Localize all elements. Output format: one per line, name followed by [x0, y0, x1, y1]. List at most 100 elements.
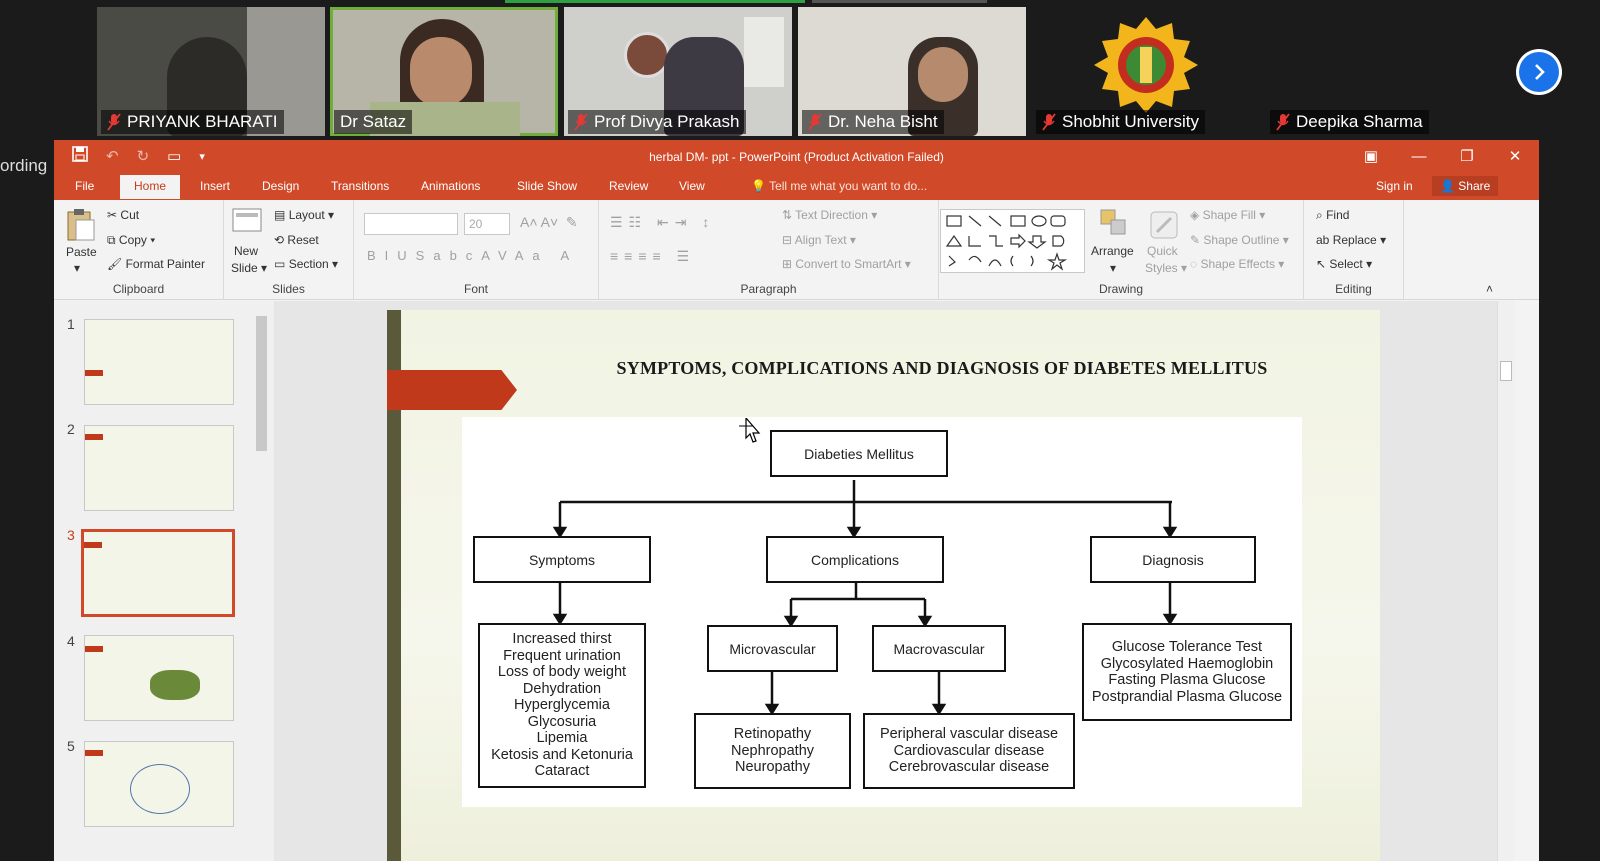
convert-smartart-button[interactable]: ⊞ Convert to SmartArt ▾ [782, 257, 911, 271]
restore-icon[interactable]: ❐ [1443, 140, 1491, 172]
participant-name: Prof Divya Prakash [594, 112, 740, 131]
tab-review[interactable]: Review [609, 179, 648, 193]
tab-transitions[interactable]: Transitions [331, 179, 389, 193]
microvascular-node[interactable]: Microvascular [707, 625, 838, 672]
current-slide[interactable]: SYMPTOMS, COMPLICATIONS AND DIAGNOSIS OF… [387, 310, 1380, 861]
format-painter-label: Format Painter [125, 257, 205, 271]
sign-in-link[interactable]: Sign in [1376, 179, 1413, 193]
format-painter-button[interactable]: 🖌 Format Painter [107, 257, 205, 271]
font-size-input[interactable]: 20 [464, 213, 510, 235]
ribbon-display-icon[interactable]: ▣ [1347, 140, 1395, 172]
participant-tile[interactable]: PRIYANK BHARATI [97, 7, 325, 136]
close-icon[interactable]: ✕ [1491, 140, 1539, 172]
participant-label: Dr Sataz [334, 110, 413, 134]
mic-muted-icon [808, 113, 822, 131]
slide-thumbnail[interactable] [84, 741, 234, 827]
slide-thumbnail[interactable] [84, 425, 234, 511]
slide-title[interactable]: SYMPTOMS, COMPLICATIONS AND DIAGNOSIS OF… [517, 358, 1367, 379]
scrollbar-thumb[interactable] [1500, 361, 1512, 381]
participant-label: Prof Divya Prakash [568, 110, 746, 134]
convert-smartart-label: Convert to SmartArt [795, 257, 902, 271]
shape-outline-button[interactable]: ✎ Shape Outline ▾ [1190, 233, 1289, 247]
new-slide-label: New [234, 244, 259, 258]
macrovascular-node[interactable]: Macrovascular [872, 625, 1006, 672]
diagnosis-node[interactable]: Diagnosis [1090, 536, 1256, 583]
align-text-button[interactable]: ⊟ Align Text ▾ [782, 233, 856, 247]
shape-fill-button[interactable]: ◈ Shape Fill ▾ [1190, 208, 1265, 222]
diagnosis-list-node[interactable]: Glucose Tolerance Test Glycosylated Haem… [1082, 623, 1292, 721]
layout-button[interactable]: ▤ Layout ▾ [274, 208, 334, 222]
tab-slide-show[interactable]: Slide Show [517, 179, 577, 193]
participant-tile[interactable]: Shobhit University [1032, 7, 1260, 136]
slides-group: New Slide ▾ ▤ Layout ▾ ⟲ Reset ▭ Section… [224, 200, 354, 300]
select-button[interactable]: ↖ Select ▾ [1316, 257, 1372, 271]
mic-muted-icon [1276, 113, 1290, 131]
tab-home[interactable]: Home [120, 175, 181, 199]
thumbnail-accent [85, 370, 103, 376]
symptom-list-node[interactable]: Increased thirst Frequent urination Loss… [478, 623, 646, 788]
list-item: Fasting Plasma Glucose [1108, 672, 1266, 688]
shape-effects-button[interactable]: ◌ Shape Effects ▾ [1190, 257, 1284, 271]
shape-outline-label: Shape Outline [1203, 233, 1280, 247]
root-node[interactable]: Diabeties Mellitus [770, 430, 948, 477]
participant-tile[interactable]: Prof Divya Prakash [564, 7, 792, 136]
thumbnail-scrollbar[interactable] [254, 302, 269, 857]
align-text-label: Align Text [794, 233, 847, 247]
cut-button[interactable]: ✂ Cut [107, 208, 139, 222]
next-participants-button[interactable] [1516, 49, 1562, 95]
copy-button[interactable]: ⧉ Copy ▾ [107, 233, 155, 248]
replace-button[interactable]: ab Replace ▾ [1316, 233, 1386, 247]
chevron-down-icon[interactable]: ▾ [74, 261, 80, 275]
section-button[interactable]: ▭ Section ▾ [274, 257, 338, 271]
mic-muted-icon [1042, 113, 1056, 131]
alignment-icons[interactable]: ≡≡≡≡ ☰ [610, 248, 695, 265]
font-name-input[interactable] [364, 213, 458, 235]
share-button[interactable]: 👤 Share [1432, 176, 1499, 196]
arrange-button[interactable] [1099, 208, 1129, 241]
participant-tile-active[interactable]: Dr Sataz [330, 7, 558, 136]
tab-animations[interactable]: Animations [421, 179, 480, 193]
font-grow-shrink-icons[interactable]: A˄ A˅ ✎ [520, 214, 578, 231]
complications-node[interactable]: Complications [766, 536, 944, 583]
slide-thumbnail[interactable] [84, 635, 234, 721]
tab-design[interactable]: Design [262, 179, 299, 193]
text-direction-button[interactable]: ⇅ Text Direction ▾ [782, 208, 877, 222]
microvascular-list-node[interactable]: Retinopathy Nephropathy Neuropathy [694, 713, 851, 789]
chevron-down-icon[interactable]: ▾ [1110, 261, 1116, 275]
slide-scrollbar[interactable] [1497, 301, 1514, 861]
quick-styles-icon [1150, 211, 1178, 239]
minimize-icon[interactable]: — [1395, 140, 1443, 172]
tab-insert[interactable]: Insert [200, 179, 230, 193]
font-format-icons[interactable]: BIUSabcAVAa A [367, 248, 578, 263]
reset-button[interactable]: ⟲ Reset [274, 233, 319, 247]
select-label: Select [1329, 257, 1363, 271]
quick-styles-button[interactable] [1147, 208, 1181, 245]
find-label: Find [1326, 208, 1350, 222]
scrollbar-thumb[interactable] [256, 316, 267, 451]
collapse-ribbon-icon[interactable]: ˄ [1486, 282, 1493, 296]
tab-view[interactable]: View [679, 179, 705, 193]
symptoms-node[interactable]: Symptoms [473, 536, 651, 583]
slide-thumbnail-selected[interactable] [81, 529, 235, 617]
speaker-indicator [505, 0, 805, 3]
participant-name: Dr Sataz [340, 112, 407, 131]
lightbulb-icon: 💡 [751, 179, 766, 193]
list-item: Lipemia [536, 730, 588, 747]
new-slide-button[interactable] [232, 208, 262, 237]
list-item: Glycosylated Haemoglobin [1100, 655, 1274, 672]
list-item: Peripheral vascular disease [879, 726, 1059, 743]
find-button[interactable]: ⌕ Find [1316, 208, 1349, 223]
herb-image [150, 670, 200, 700]
paste-button[interactable] [64, 208, 96, 245]
macrovascular-list-node[interactable]: Peripheral vascular disease Cardiovascul… [863, 713, 1075, 789]
list-indent-icons[interactable]: ☰☷ ⇤⇥ ↕ [610, 214, 715, 231]
participant-tile[interactable]: Dr. Neha Bisht [798, 7, 1026, 136]
slide-thumbnail[interactable] [84, 319, 234, 405]
list-item: Frequent urination [503, 647, 621, 664]
list-item: Hyperglycemia [514, 697, 610, 714]
tell-me-box[interactable]: 💡 Tell me what you want to do... [751, 179, 927, 193]
tab-file[interactable]: File [75, 179, 94, 193]
flowchart[interactable]: Diabeties Mellitus Symptoms Complication… [462, 417, 1302, 807]
participant-tile[interactable]: Deepika Sharma [1266, 7, 1494, 136]
shape-fill-label: Shape Fill [1202, 208, 1256, 222]
